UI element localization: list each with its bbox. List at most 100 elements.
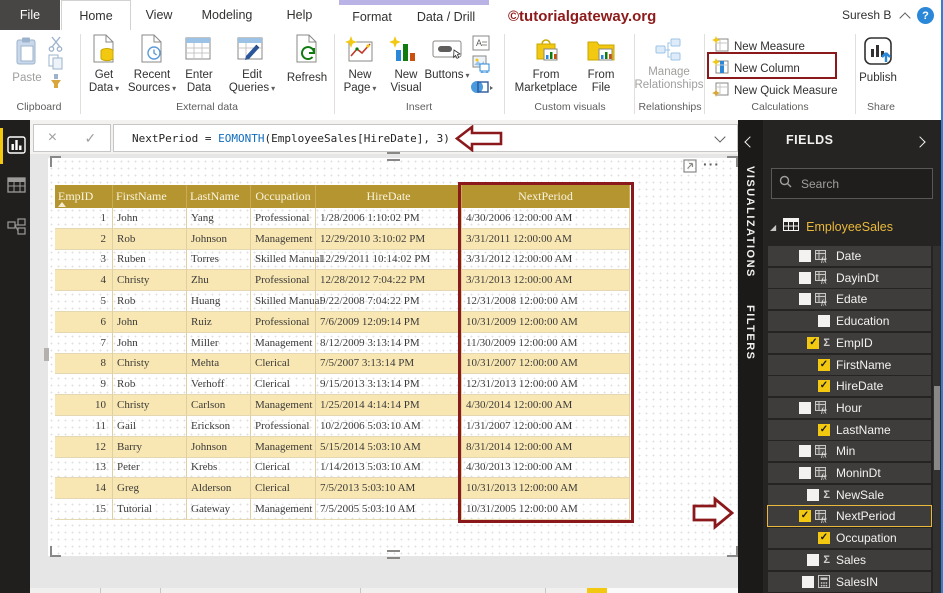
group-calculations-label: Calculations [751, 101, 809, 113]
fields-scrollbar[interactable] [933, 246, 941, 593]
fields-search[interactable] [771, 168, 933, 199]
table-cell: 15 [55, 499, 113, 520]
field-row-education[interactable]: Education [768, 311, 931, 332]
field-checkbox[interactable]: ✓ [799, 510, 811, 523]
field-checkbox[interactable] [799, 467, 811, 479]
column-header-occupation[interactable]: Occupation [251, 185, 316, 208]
fields-panel-title: FIELDS [786, 133, 834, 147]
formula-input[interactable]: NextPeriod = EOMONTH(EmployeeSales[HireD… [113, 124, 738, 152]
selection-handle[interactable] [387, 550, 400, 559]
field-checkbox[interactable] [802, 575, 814, 588]
paste-button[interactable] [12, 36, 40, 71]
accept-formula-icon[interactable]: ✓ [85, 130, 97, 147]
edit-queries-button[interactable] [236, 36, 264, 67]
column-header-firstname[interactable]: FirstName [113, 185, 187, 208]
tab-help[interactable]: Help [272, 0, 327, 30]
tab-home[interactable]: Home [61, 0, 131, 31]
column-header-hiredate[interactable]: HireDate [316, 185, 462, 208]
field-label: Education [836, 314, 890, 329]
dataset-row[interactable]: ◢ EmployeeSales [770, 218, 893, 236]
help-icon[interactable]: ? [917, 7, 934, 24]
field-checkbox[interactable] [799, 401, 811, 414]
column-header-nextperiod[interactable]: NextPeriod [462, 185, 630, 208]
bottom-strip-active-tab [587, 588, 607, 593]
selection-handle[interactable] [50, 546, 61, 557]
selection-handle[interactable] [387, 152, 400, 161]
from-marketplace-button[interactable] [531, 36, 561, 69]
selection-handle[interactable] [727, 546, 738, 557]
field-row-date[interactable]: fx Date [768, 246, 931, 266]
filters-pane-tab[interactable]: FILTERS [744, 305, 756, 361]
image-icon[interactable] [472, 55, 490, 78]
selection-handle[interactable] [44, 348, 49, 361]
more-options-icon[interactable]: ··· [703, 156, 720, 172]
cancel-formula-icon[interactable]: × [48, 129, 57, 147]
field-checkbox[interactable] [799, 271, 811, 284]
field-checkbox[interactable] [807, 488, 820, 501]
data-view-icon[interactable] [7, 177, 26, 198]
field-checkbox[interactable]: ✓ [818, 358, 830, 371]
field-row-empid[interactable]: ✓ Σ EmpID [768, 332, 931, 353]
field-row-edate[interactable]: fx Edate [768, 289, 931, 310]
focus-mode-icon[interactable] [683, 159, 697, 178]
new-column-button[interactable]: New Column [712, 58, 800, 80]
column-header-empid[interactable]: EmpID [55, 185, 113, 208]
group-relationships-label: Relationships [638, 101, 702, 113]
tab-view[interactable]: View [134, 0, 184, 30]
new-measure-button[interactable]: New Measure [712, 36, 805, 58]
column-header-lastname[interactable]: LastName [187, 185, 251, 208]
tab-format[interactable]: Format [343, 4, 401, 30]
new-quick-measure-button[interactable]: New Quick Measure [712, 80, 838, 102]
field-checkbox[interactable]: ✓ [818, 532, 830, 545]
get-data-button[interactable] [90, 34, 118, 69]
text-box-icon[interactable]: A [472, 35, 490, 56]
manage-relationships-button[interactable] [655, 38, 683, 67]
buttons-button[interactable] [432, 40, 462, 67]
field-row-salesin[interactable]: SalesIN [768, 571, 931, 592]
field-row-nextperiod[interactable]: ✓ fx NextPeriod [767, 505, 932, 528]
field-checkbox[interactable]: ✓ [818, 380, 830, 393]
field-row-min[interactable]: fx Min [768, 441, 931, 462]
copy-icon[interactable] [48, 54, 64, 75]
search-input[interactable] [799, 175, 923, 192]
shapes-icon[interactable] [470, 78, 494, 101]
field-row-lastname[interactable]: ✓ LastName [768, 419, 931, 440]
field-checkbox[interactable] [818, 315, 830, 328]
expand-table-icon[interactable]: ◢ [770, 223, 776, 232]
field-checkbox[interactable]: ✓ [818, 423, 830, 436]
field-row-sales[interactable]: Σ Sales [768, 549, 931, 570]
tab-file[interactable]: File [0, 0, 60, 30]
field-row-newsale[interactable]: Σ NewSale [768, 484, 931, 505]
field-row-occupation[interactable]: ✓ Occupation [768, 528, 931, 549]
field-row-firstname[interactable]: ✓ FirstName [768, 354, 931, 375]
tab-data-drill[interactable]: Data / Drill [406, 4, 486, 30]
field-row-hour[interactable]: fx Hour [768, 397, 931, 418]
tab-modeling[interactable]: Modeling [192, 0, 262, 30]
format-painter-icon[interactable] [48, 73, 64, 94]
new-visual-button[interactable] [388, 36, 418, 69]
field-checkbox[interactable] [807, 553, 820, 566]
field-checkbox[interactable] [799, 293, 811, 306]
field-checkbox[interactable] [799, 445, 811, 458]
recent-sources-button[interactable] [138, 34, 166, 69]
field-checkbox[interactable]: ✓ [807, 336, 820, 349]
selection-handle[interactable] [727, 156, 738, 167]
new-page-button[interactable] [344, 36, 374, 69]
calculator-icon [818, 575, 830, 588]
report-view-icon[interactable] [7, 136, 26, 159]
from-file-button[interactable] [586, 36, 616, 69]
signed-in-user[interactable]: Suresh B [842, 8, 891, 22]
field-row-hiredate[interactable]: ✓ HireDate [768, 376, 931, 397]
selection-handle[interactable] [50, 156, 61, 167]
scrollbar-thumb[interactable] [934, 386, 940, 470]
field-row-monindt[interactable]: fx MoninDt [768, 463, 931, 483]
enter-data-button[interactable] [184, 36, 212, 67]
publish-button[interactable] [862, 35, 894, 72]
model-view-icon[interactable] [7, 218, 26, 240]
field-checkbox[interactable] [799, 250, 811, 262]
field-row-dayindt[interactable]: fx DayinDt [768, 267, 931, 288]
table-row: 8 Christy Mehta Clerical 7/5/2007 3:13:14 PM… [55, 353, 630, 375]
visualizations-pane-tab[interactable]: VISUALIZATIONS [744, 166, 756, 278]
collapse-ribbon-icon[interactable] [899, 12, 911, 24]
refresh-button[interactable] [293, 34, 321, 69]
